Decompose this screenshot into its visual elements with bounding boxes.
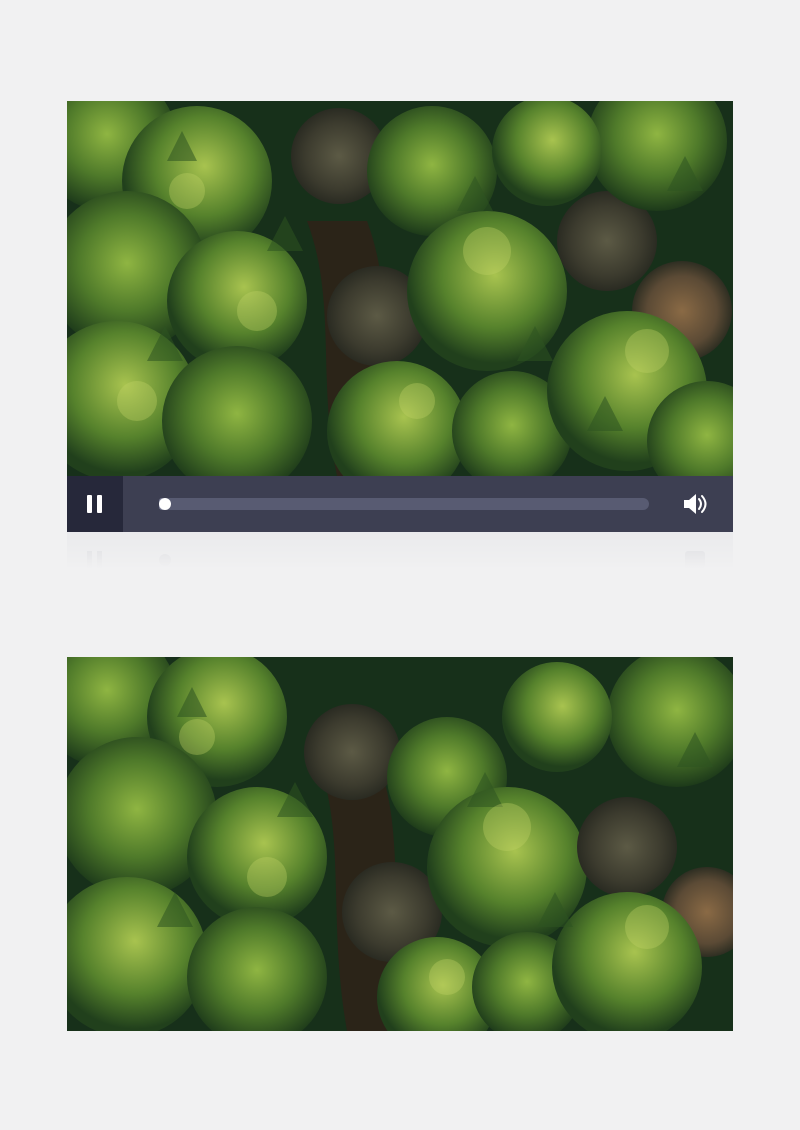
progress-bar[interactable] [159,498,649,510]
control-bar-reflection [67,532,733,568]
pause-icon [97,495,102,513]
video-control-bar [67,476,733,532]
progress-thumb[interactable] [159,498,171,510]
forest-scene [67,101,733,476]
pause-button[interactable] [67,476,123,532]
volume-icon [684,494,707,514]
video-frame[interactable] [67,657,733,1031]
video-frame[interactable] [67,101,733,476]
pause-icon [87,495,92,513]
forest-scene [67,657,733,1031]
volume-button[interactable] [681,490,709,518]
